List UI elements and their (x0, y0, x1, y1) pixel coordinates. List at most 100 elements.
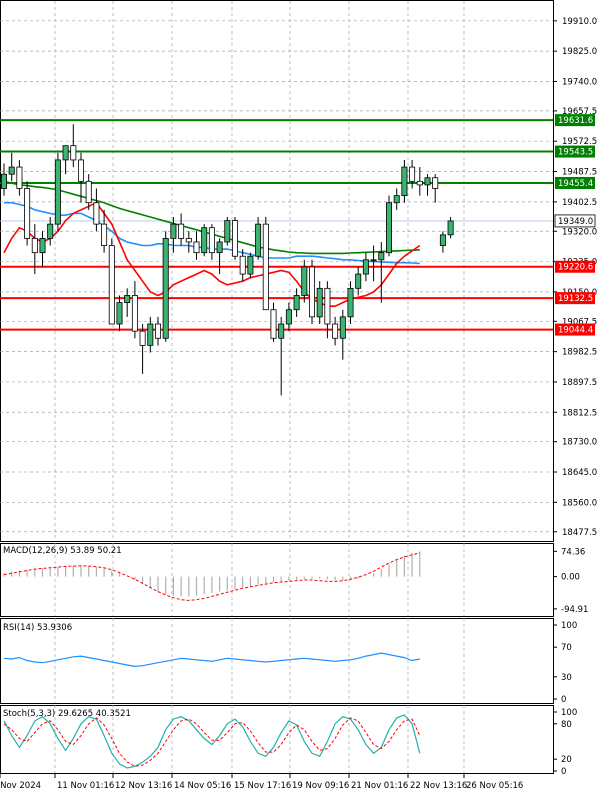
candle-down (231, 220, 238, 257)
candle-up (8, 166, 15, 175)
candle-up (201, 227, 208, 254)
candle-up (339, 316, 346, 339)
candle-up (285, 309, 292, 325)
candle-up (255, 223, 262, 257)
candle-up (316, 287, 323, 318)
candle-up (362, 259, 369, 275)
level-label: 19044.4 (558, 326, 593, 336)
candle-down (139, 330, 146, 346)
candle-down (416, 180, 423, 186)
y-tick-label: 0 (561, 767, 566, 777)
candle-up (447, 220, 454, 236)
price-level-labels: 19631.6 19543.5 19455.4 19220.6 19132.5 19044… (554, 114, 596, 336)
candle-up (47, 223, 54, 239)
candle-down (108, 245, 115, 325)
x-tick-label: 14 Nov 05:16 (174, 781, 231, 791)
x-tick-label: 19 Nov 09:16 (292, 781, 349, 791)
y-tick-label: 100 (561, 708, 577, 718)
candle-down (308, 266, 315, 318)
candle-up (347, 287, 354, 318)
candle-down (78, 159, 85, 182)
candle-up (424, 177, 431, 186)
candle-up (216, 241, 223, 254)
candle-up (124, 295, 131, 304)
candle-up (293, 295, 300, 311)
y-tick-label: 20 (561, 755, 572, 765)
candle-up (385, 202, 392, 254)
current-price-label: 19349.0 (558, 217, 593, 227)
candle-up (0, 173, 7, 189)
y-tick-label: 30 (561, 673, 572, 683)
x-axis: 7 Nov 2024 11 Nov 01:1612 Nov 13:1614 Nov… (0, 773, 523, 791)
candle-up (170, 223, 177, 239)
candle-up (247, 255, 254, 275)
y-tick-label: 18982.5 (562, 348, 597, 358)
macd-label: MACD(12,26,9) 53.89 50.21 (3, 546, 122, 556)
y-tick-label: 18730.0 (562, 438, 597, 448)
candle-down (154, 323, 161, 339)
y-tick-label: 19825.0 (562, 47, 597, 57)
candle-up (147, 323, 154, 346)
y-tick-label: 18812.5 (562, 408, 597, 418)
y-tick-label: 19740.0 (562, 77, 597, 87)
candle-down (432, 177, 439, 189)
candle-up (401, 166, 408, 196)
y-tick-label: 80 (561, 720, 572, 730)
x-tick-label: 26 Nov 05:16 (466, 781, 523, 791)
candle-up (224, 220, 231, 243)
rsi-label: RSI(14) 53.9306 (3, 623, 72, 633)
candle-down (31, 237, 38, 254)
candle-down (178, 223, 185, 239)
y-tick-label: 0 (561, 695, 566, 705)
candle-down (24, 188, 31, 239)
y-tick-label: 70 (561, 643, 572, 653)
candle-down (101, 223, 108, 246)
x-tick-label: 22 Nov 13:16 (410, 781, 467, 791)
y-tick-label: 100 (561, 621, 577, 631)
y-tick-label: -94.91 (561, 605, 588, 615)
candle-down (262, 223, 269, 311)
y-tick-label: 18560.0 (562, 498, 597, 508)
candle-down (239, 255, 246, 275)
x-tick-label: 12 Nov 13:16 (115, 781, 172, 791)
level-label: 19631.6 (558, 116, 593, 126)
x-tick-label: 7 Nov 2024 (0, 781, 41, 791)
candle-up (162, 237, 169, 339)
candle-down (193, 241, 200, 254)
candle-up (439, 234, 446, 246)
candle-up (54, 159, 61, 225)
main-y-axis: 19910.019825.019740.019657.519572.519487… (553, 17, 597, 538)
candle-up (278, 323, 285, 339)
candle-up (62, 145, 69, 161)
candle-down (93, 202, 100, 225)
candle-up (370, 259, 377, 262)
candle-down (409, 166, 416, 182)
y-tick-label: 18897.5 (562, 378, 597, 388)
level-label: 19455.4 (558, 179, 593, 189)
candle-up (355, 273, 362, 289)
candle-down (208, 227, 215, 254)
candle-down (16, 166, 23, 189)
candle-up (116, 302, 123, 325)
y-tick-label: 18645.0 (562, 468, 597, 478)
candle-down (131, 295, 138, 332)
y-tick-label: 19402.5 (562, 198, 597, 208)
y-tick-label: 19320.0 (562, 227, 597, 237)
level-label: 19543.5 (558, 148, 593, 158)
y-tick-label: 74.36 (561, 547, 585, 557)
candle-down (70, 145, 77, 161)
y-tick-label: 18477.5 (562, 528, 597, 538)
candle-up (378, 252, 385, 261)
candle-down (185, 237, 192, 243)
x-tick-label: 21 Nov 01:16 (351, 781, 408, 791)
stoch-label: Stoch(5,3,3) 29.6265 40.3521 (3, 709, 131, 719)
chart-canvas: 19910.019825.019740.019657.519572.519487… (0, 0, 597, 791)
y-tick-label: 0.00 (561, 573, 580, 583)
x-tick-label: 15 Nov 17:16 (234, 781, 291, 791)
candle-down (270, 309, 277, 339)
candle-down (85, 180, 92, 204)
candle-up (301, 266, 308, 296)
candle-down (332, 323, 339, 339)
y-tick-label: 19910.0 (562, 17, 597, 27)
y-tick-label: 19487.5 (562, 168, 597, 178)
